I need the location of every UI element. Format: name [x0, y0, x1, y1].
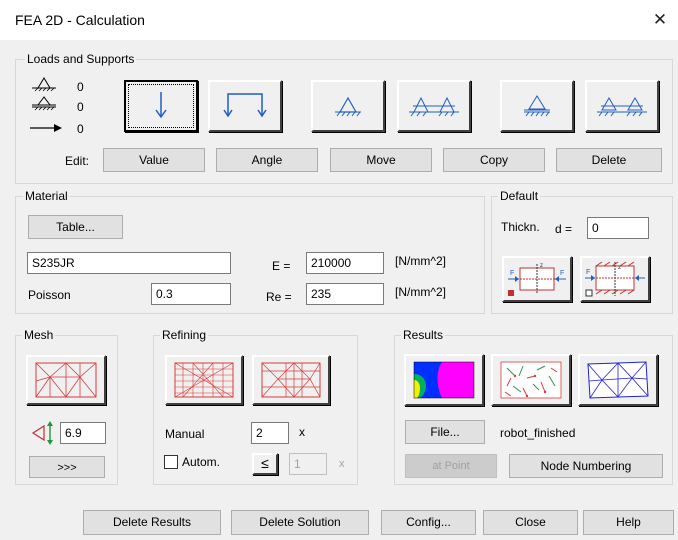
distributed-load-button[interactable]: [208, 80, 282, 132]
result-file-name: robot_finished: [500, 426, 576, 440]
deformed-mesh-button[interactable]: [578, 354, 658, 406]
dialog-client: Loads and Supports 0 0 0 Edit: Value Ang…: [0, 40, 678, 540]
manual-label: Manual: [165, 427, 205, 441]
re-label: Re =: [266, 290, 292, 304]
help-button[interactable]: Help: [583, 510, 674, 535]
copy-button[interactable]: Copy: [443, 148, 545, 172]
material-label: Material: [23, 189, 70, 203]
roller-support-line-button[interactable]: [585, 80, 659, 132]
stress-plot-button[interactable]: [404, 354, 484, 406]
le-symbol: ≤: [261, 455, 269, 471]
refine-local-button[interactable]: [252, 355, 330, 405]
re-unit-label: [N/mm^2]: [395, 285, 446, 299]
refine-dense-button[interactable]: [165, 355, 243, 405]
e-label: E =: [272, 259, 291, 273]
refining-label: Refining: [160, 328, 209, 342]
le-operator-button[interactable]: ≤: [252, 453, 278, 475]
mesh-size-icon: [31, 421, 53, 445]
mesh-button[interactable]: [26, 355, 106, 405]
config-button[interactable]: Config...: [381, 510, 476, 535]
plane-stress-button[interactable]: F F z: [502, 256, 572, 302]
fixed-support-icon: [32, 77, 56, 92]
results-label: Results: [401, 328, 446, 342]
thickness-label: Thickn.: [501, 220, 540, 234]
material-name-field[interactable]: S235JR: [27, 252, 231, 274]
force-count: 0: [77, 122, 84, 136]
d-label: d =: [555, 222, 573, 236]
autom-refine-field: 1: [289, 453, 327, 475]
fixed-support-line-button[interactable]: [397, 80, 471, 132]
file-button[interactable]: File...: [405, 420, 485, 444]
force-f-left-label: F: [510, 270, 514, 277]
window-title: FEA 2D - Calculation: [15, 12, 145, 28]
force-arrow-icon: [30, 124, 62, 132]
edit-label: Edit:: [65, 154, 90, 168]
mesh-more-button[interactable]: >>>: [29, 456, 105, 478]
single-load-button[interactable]: [124, 80, 198, 132]
manual-refine-field[interactable]: 2: [251, 422, 289, 444]
title-bar: FEA 2D - Calculation ✕: [0, 0, 678, 40]
delete-solution-button[interactable]: Delete Solution: [231, 510, 369, 535]
poisson-field[interactable]: 0.3: [151, 283, 231, 305]
e-unit-label: [N/mm^2]: [395, 254, 446, 268]
z-axis-label: z: [540, 263, 543, 269]
roller-support-button[interactable]: [500, 80, 574, 132]
re-field[interactable]: 235: [306, 283, 384, 305]
delete-results-button[interactable]: Delete Results: [83, 510, 221, 535]
autom-times-label: x: [339, 458, 345, 470]
plane-strain-button[interactable]: F z: [580, 256, 650, 302]
principal-stress-button[interactable]: [491, 354, 571, 406]
thickness-field[interactable]: 0: [587, 217, 649, 239]
autom-checkbox[interactable]: [164, 455, 178, 469]
loads-supports-label: Loads and Supports: [25, 52, 137, 66]
close-icon[interactable]: ✕: [650, 10, 670, 30]
poisson-label: Poisson: [28, 288, 71, 302]
default-label: Default: [498, 189, 541, 203]
autom-label: Autom.: [182, 455, 221, 469]
delete-load-button[interactable]: Delete: [556, 148, 662, 172]
node-numbering-button[interactable]: Node Numbering: [509, 454, 663, 478]
mesh-label: Mesh: [22, 328, 56, 342]
z-axis-label: z: [618, 265, 621, 271]
fixed-support-button[interactable]: [311, 80, 385, 132]
roller-support-count: 0: [77, 100, 84, 114]
move-button[interactable]: Move: [330, 148, 432, 172]
mesh-size-field[interactable]: 6.9: [60, 422, 106, 444]
force-f-right-label: F: [560, 270, 564, 277]
at-point-button: at Point: [405, 454, 497, 478]
angle-button[interactable]: Angle: [216, 148, 318, 172]
table-button[interactable]: Table...: [28, 215, 123, 239]
roller-support-icon: [32, 96, 56, 111]
fixed-support-count: 0: [77, 80, 84, 94]
force-f-left-label: F: [586, 269, 590, 276]
close-button[interactable]: Close: [483, 510, 578, 535]
manual-times-label: x: [299, 425, 305, 439]
value-button[interactable]: Value: [103, 148, 205, 172]
e-modulus-field[interactable]: 210000: [306, 252, 384, 274]
